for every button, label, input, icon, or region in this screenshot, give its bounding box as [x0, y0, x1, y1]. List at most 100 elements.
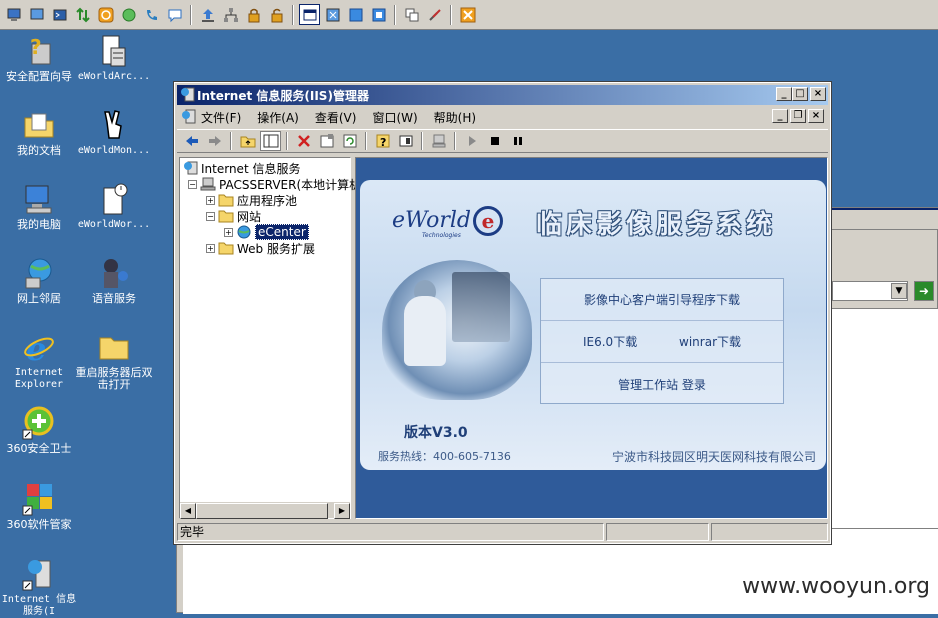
up-folder-icon[interactable]: [237, 131, 258, 151]
play-icon[interactable]: [461, 131, 482, 151]
tools-icon[interactable]: [424, 4, 445, 25]
console-view-icon[interactable]: [395, 131, 416, 151]
mdi-restore-button[interactable]: ❐: [790, 109, 806, 123]
desktop-icon-voice-service[interactable]: 语音服务: [75, 256, 153, 305]
folder-icon: [218, 241, 234, 255]
link-winrar-download[interactable]: winrar下载: [679, 335, 741, 349]
desktop-icon-network-places[interactable]: 网上邻居: [0, 256, 78, 305]
doctor-body: [404, 296, 446, 366]
tree-item-ecenter[interactable]: + eCenter: [224, 224, 309, 240]
minimize-button[interactable]: _: [776, 87, 792, 101]
server-icon: [200, 177, 216, 191]
maximize-button[interactable]: □: [792, 87, 808, 101]
collapse-icon[interactable]: −: [188, 179, 197, 189]
mdi-controls: _ ❐ ×: [772, 109, 824, 123]
menu-action[interactable]: 操作(A): [257, 109, 299, 126]
desktop-icon-security-wizard[interactable]: ? 安全配置向导: [0, 34, 78, 83]
separator: [421, 132, 423, 150]
tree-item-websites[interactable]: − 网站: [206, 208, 261, 224]
icon-label: 语音服务: [92, 292, 136, 305]
upload-icon[interactable]: [197, 4, 218, 25]
link-box: 影像中心客户端引导程序下载 IE6.0下载 winrar下载 管理工作站 登录: [540, 278, 784, 404]
show-tree-icon[interactable]: [260, 131, 281, 151]
desktop-icon-my-documents[interactable]: 我的文档: [0, 108, 78, 157]
window-titlebar[interactable]: Internet 信息服务(IIS)管理器 _ □ ×: [177, 85, 828, 105]
menu-file[interactable]: 文件(F): [201, 109, 241, 126]
icon-label: 安全配置向导: [6, 70, 72, 83]
link-client-download[interactable]: 影像中心客户端引导程序下载: [541, 291, 783, 308]
folder-icon: [97, 330, 131, 364]
dropdown-arrow-icon[interactable]: ▼: [891, 283, 907, 299]
desktop-icon-eworldarc[interactable]: eWorldArc...: [75, 34, 153, 83]
desktop-icon[interactable]: [26, 4, 47, 25]
expand-icon[interactable]: +: [224, 227, 233, 237]
globe-network-icon: [22, 256, 56, 290]
forward-arrow-icon[interactable]: [204, 131, 225, 151]
copy-icon[interactable]: [401, 4, 422, 25]
scroll-left-icon[interactable]: ◀: [180, 503, 196, 519]
link-manage-login[interactable]: 管理工作站 登录: [541, 376, 783, 393]
desktop-icon-eworldmon[interactable]: eWorldMon...: [75, 108, 153, 157]
tree-item-web-ext[interactable]: + Web 服务扩展: [206, 240, 315, 256]
mdi-minimize-button[interactable]: _: [772, 109, 788, 123]
menu-window[interactable]: 窗口(W): [372, 109, 417, 126]
pause-icon[interactable]: [507, 131, 528, 151]
desktop-icon-eworldwor[interactable]: eWorldWor...: [75, 182, 153, 231]
horizontal-scrollbar[interactable]: ◀ ▶: [180, 502, 350, 519]
separator: [394, 4, 396, 25]
link-row-downloads: IE6.0下载 winrar下载: [541, 333, 783, 350]
desktop-icon-360-software[interactable]: 360软件管家: [0, 482, 78, 531]
transfer-icon[interactable]: [72, 4, 93, 25]
unlock-icon[interactable]: [266, 4, 287, 25]
power-icon[interactable]: [95, 4, 116, 25]
blue-square-icon[interactable]: [345, 4, 366, 25]
desktop-icon-restart-folder[interactable]: 重启服务器后双击打开: [75, 330, 153, 391]
menu-help[interactable]: 帮助(H): [434, 109, 476, 126]
fit-screen-icon[interactable]: [368, 4, 389, 25]
fullscreen-icon[interactable]: [322, 4, 343, 25]
close-x-icon[interactable]: [457, 4, 478, 25]
content-pane: eWorld e Technologies 临床影像服务系统 影像中心客户端引导程…: [355, 157, 828, 519]
desktop-icon-internet-explorer[interactable]: e Internet Explorer: [0, 330, 78, 391]
lock-icon[interactable]: [243, 4, 264, 25]
go-arrow-icon[interactable]: ➜: [914, 281, 934, 301]
network-tree-icon[interactable]: [220, 4, 241, 25]
link-ie-download[interactable]: IE6.0下载: [583, 335, 637, 349]
menu-view[interactable]: 查看(V): [315, 109, 357, 126]
separator: [365, 132, 367, 150]
tree-pane: Internet 信息服务 − PACSSERVER(本地计算机 + 应用程序池…: [179, 157, 361, 519]
xray-image: [452, 272, 510, 342]
mdi-doc-icon[interactable]: [181, 109, 197, 125]
chat-icon[interactable]: [164, 4, 185, 25]
properties-icon[interactable]: [316, 131, 337, 151]
desktop-icon-iis[interactable]: Internet 信息服务(I: [0, 557, 78, 618]
console-icon[interactable]: [49, 4, 70, 25]
tree-item-server[interactable]: − PACSSERVER(本地计算机: [188, 176, 361, 192]
computer-icon[interactable]: [428, 131, 449, 151]
refresh-icon[interactable]: [339, 131, 360, 151]
close-button[interactable]: ×: [810, 87, 826, 101]
scroll-thumb[interactable]: [196, 503, 328, 519]
expand-icon[interactable]: +: [206, 243, 215, 253]
tree-item-root[interactable]: Internet 信息服务: [182, 160, 300, 176]
collapse-icon[interactable]: −: [206, 211, 215, 221]
phone-icon[interactable]: [141, 4, 162, 25]
window-icon[interactable]: [299, 4, 320, 25]
back-arrow-icon[interactable]: [181, 131, 202, 151]
desktop-icon-360-safe[interactable]: 360安全卫士: [0, 406, 78, 455]
clock-doc-icon: [97, 182, 131, 216]
stop-icon[interactable]: [484, 131, 505, 151]
tree-item-app-pools[interactable]: + 应用程序池: [206, 192, 297, 208]
separator: [190, 4, 192, 25]
scroll-right-icon[interactable]: ▶: [334, 503, 350, 519]
desktop-icon-my-computer[interactable]: 我的电脑: [0, 182, 78, 231]
expand-icon[interactable]: +: [206, 195, 215, 205]
help-icon[interactable]: ?: [372, 131, 393, 151]
network-icon[interactable]: [118, 4, 139, 25]
folder-icon: [22, 108, 56, 142]
mdi-close-button[interactable]: ×: [808, 109, 824, 123]
svg-text:?: ?: [30, 35, 42, 59]
computer-icon[interactable]: [3, 4, 24, 25]
delete-icon[interactable]: [293, 131, 314, 151]
tree-label: Web 服务扩展: [237, 241, 315, 256]
